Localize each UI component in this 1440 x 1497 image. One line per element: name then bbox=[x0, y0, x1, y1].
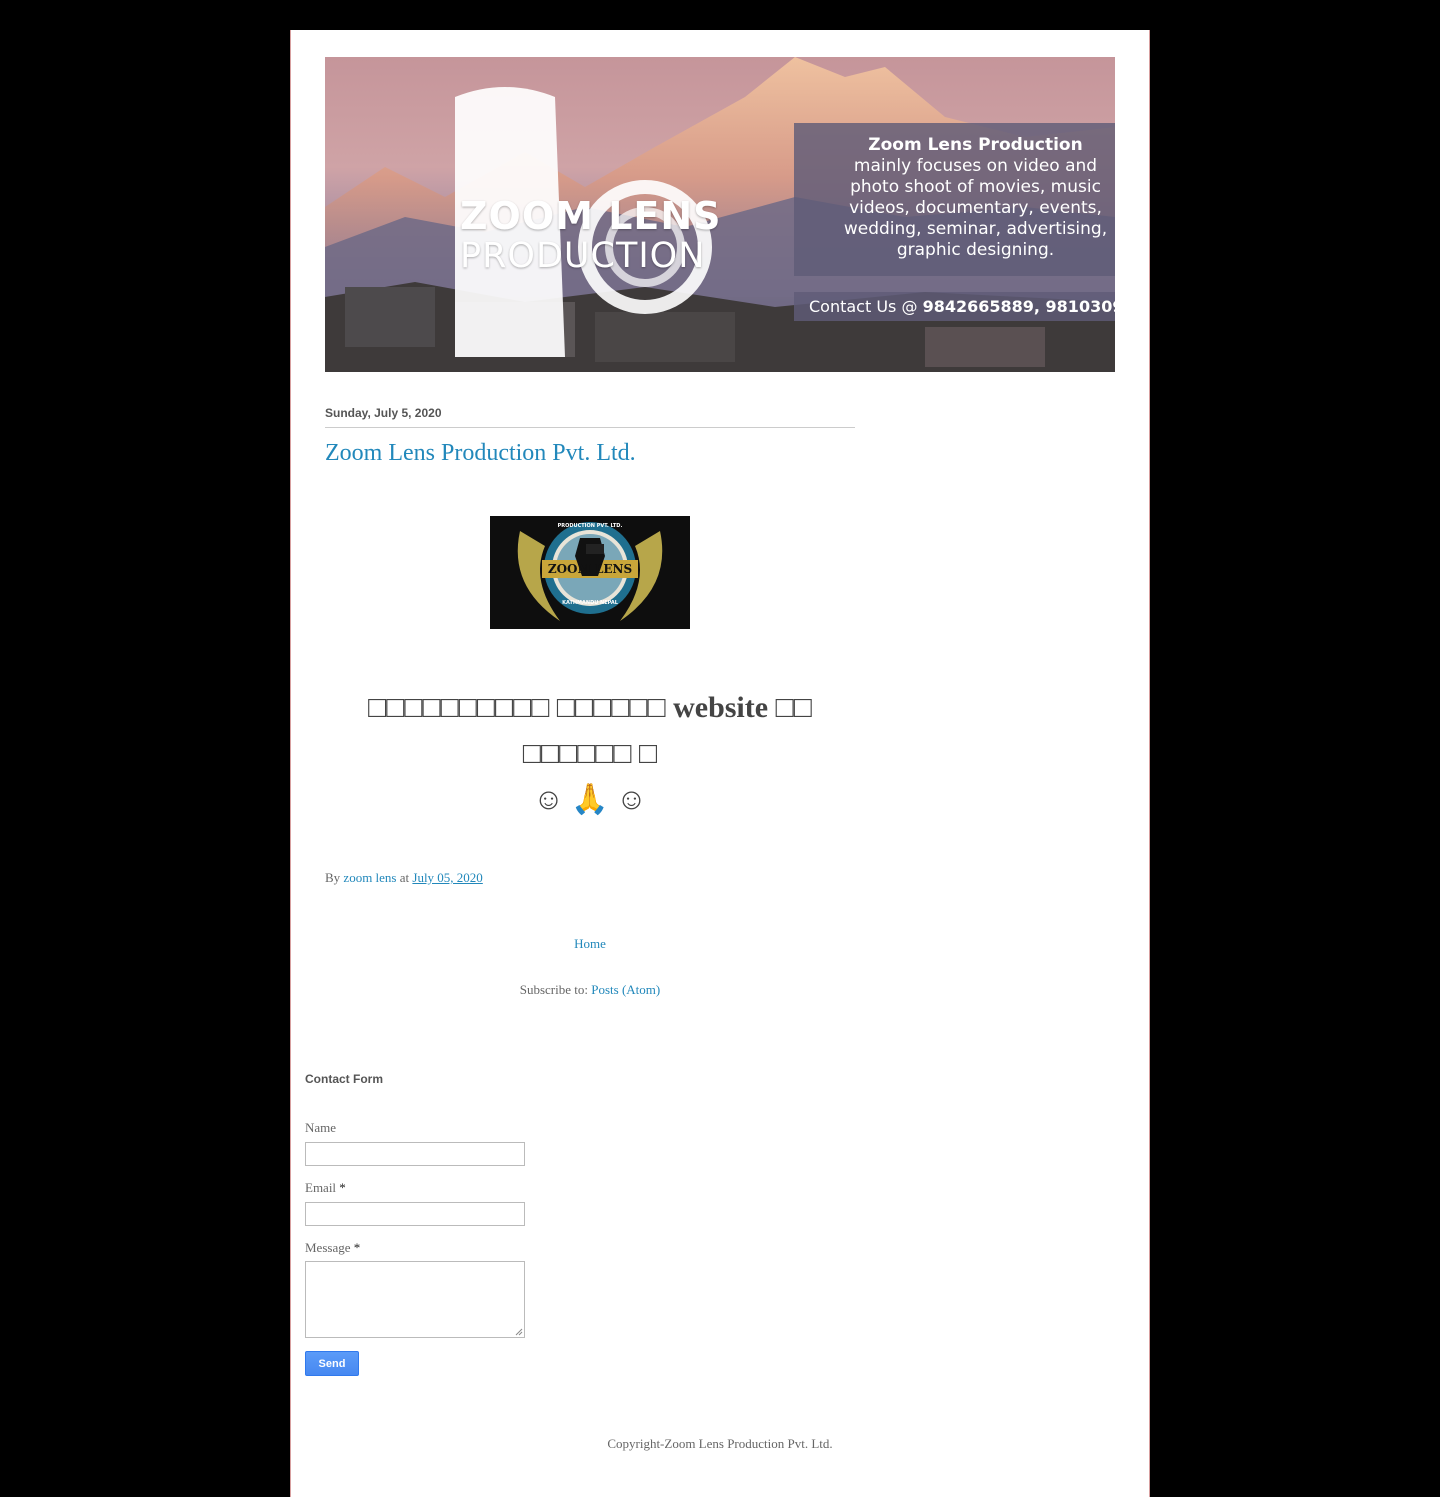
post-body: □□□□□□□□□□ □□□□□□ website □□ □□□□□□ □ ☺ … bbox=[325, 685, 855, 823]
message-label: Message bbox=[305, 1240, 354, 1255]
banner-info-brand: Zoom Lens Production bbox=[868, 135, 1083, 155]
logo-center-text: ZOOM LENS bbox=[547, 562, 633, 576]
logo-ring-text: PRODUCTION PVT. LTD. bbox=[557, 523, 623, 529]
post-date-header: Sunday, July 5, 2020 bbox=[325, 406, 855, 428]
post-footer: By zoom lens at July 05, 2020 bbox=[325, 870, 483, 886]
subscribe-atom-link[interactable]: Posts (Atom) bbox=[591, 982, 660, 997]
email-label: Email bbox=[305, 1180, 340, 1195]
post-body-line2: ☺ 🙏 ☺ bbox=[533, 783, 647, 816]
banner-info-text: mainly focuses on video and photo shoot … bbox=[843, 156, 1108, 260]
banner-contact-numbers: 9842665889, 9810309800 bbox=[922, 297, 1115, 316]
post-logo-image[interactable]: ZOOM LENS PRODUCTION PVT. LTD. KATHMANDU… bbox=[490, 516, 690, 629]
message-label-row: Message * bbox=[305, 1240, 360, 1256]
logo-bottom-text: KATHMANDU NEPAL bbox=[562, 600, 618, 606]
post-author-link[interactable]: zoom lens bbox=[343, 870, 396, 885]
contact-form-title: Contact Form bbox=[305, 1072, 383, 1086]
resize-grip-icon[interactable] bbox=[515, 1328, 523, 1336]
post-body-line1: □□□□□□□□□□ □□□□□□ website □□ □□□□□□ □ bbox=[368, 691, 812, 770]
banner-logo-line2: PRODUCTION bbox=[460, 236, 706, 276]
banner-info-box: Zoom Lens Production mainly focuses on v… bbox=[794, 123, 1115, 276]
subscribe-line: Subscribe to: Posts (Atom) bbox=[325, 982, 855, 998]
email-label-row: Email * bbox=[305, 1180, 346, 1196]
header-banner[interactable]: ZOOM LENS PRODUCTION Zoom Lens Productio… bbox=[325, 57, 1115, 372]
content-column: ZOOM LENS PRODUCTION Zoom Lens Productio… bbox=[290, 30, 1150, 1497]
email-input[interactable] bbox=[305, 1202, 525, 1226]
name-input[interactable] bbox=[305, 1142, 525, 1166]
banner-logo: ZOOM LENS PRODUCTION bbox=[460, 197, 722, 274]
home-link[interactable]: Home bbox=[325, 936, 855, 952]
banner-logo-line1: ZOOM LENS bbox=[460, 194, 722, 238]
email-required-marker: * bbox=[339, 1180, 346, 1195]
banner-contact-prefix: Contact Us @ bbox=[809, 297, 923, 316]
message-textarea[interactable] bbox=[305, 1261, 525, 1338]
banner-contact-bar: Contact Us @ 9842665889, 9810309800 bbox=[794, 292, 1115, 321]
name-label: Name bbox=[305, 1120, 337, 1135]
copyright-text: Copyright-Zoom Lens Production Pvt. Ltd. bbox=[607, 1436, 833, 1451]
send-button[interactable]: Send bbox=[305, 1351, 359, 1376]
post-footer-by: By bbox=[325, 870, 344, 885]
post-timestamp-link[interactable]: July 05, 2020 bbox=[412, 870, 482, 885]
message-required-marker: * bbox=[353, 1240, 361, 1255]
post-title[interactable]: Zoom Lens Production Pvt. Ltd. bbox=[325, 440, 636, 467]
subscribe-label: Subscribe to: bbox=[519, 982, 592, 997]
post-footer-at: at bbox=[396, 870, 413, 885]
